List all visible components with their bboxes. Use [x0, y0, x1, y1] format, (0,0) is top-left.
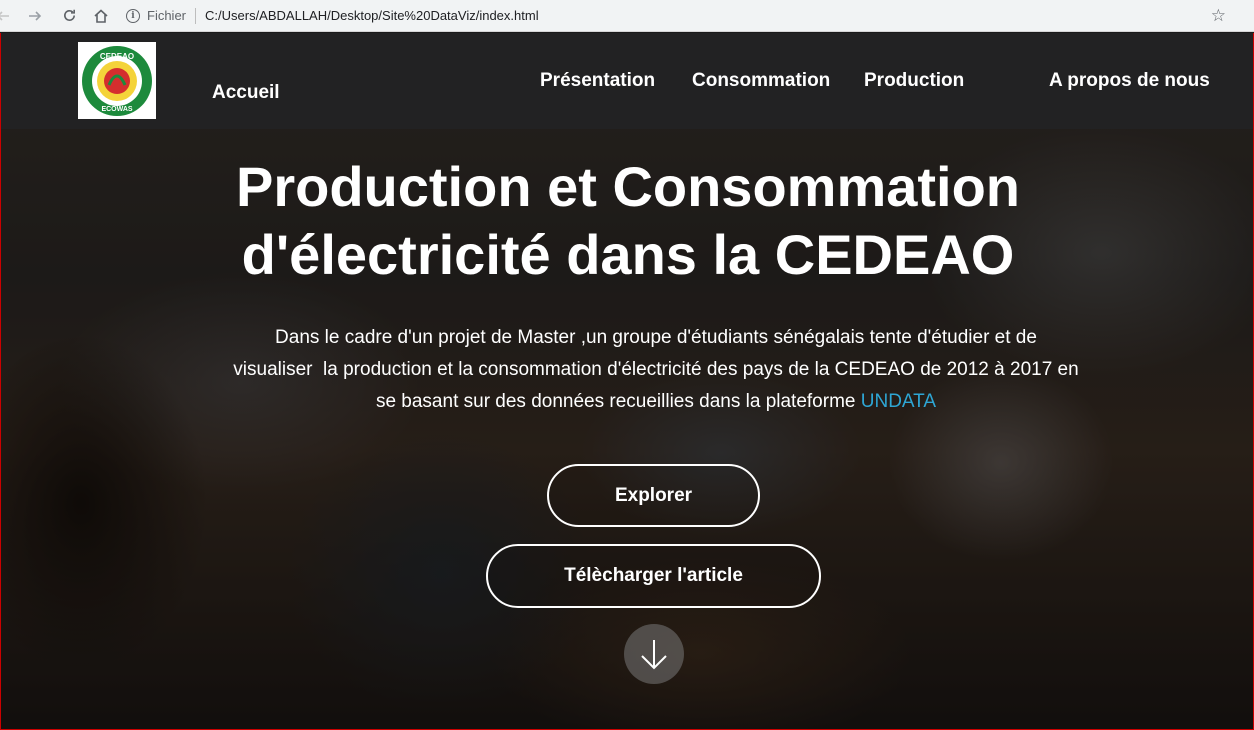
- download-article-button[interactable]: Télècharger l'article: [486, 544, 821, 608]
- hero-title-line-2: d'électricité dans la CEDEAO: [241, 223, 1015, 286]
- cedeao-emblem: CEDEAO ECOWAS: [82, 45, 152, 116]
- hero-title: Production et Consommation d'électricité…: [1, 153, 1253, 289]
- hero-description-line-2: visualiser la production et la consommat…: [233, 359, 1079, 380]
- url-separator: [195, 7, 197, 24]
- browser-toolbar: i Fichier C:/Users/ABDALLAH/Desktop/Site…: [0, 0, 1254, 32]
- scroll-down-button[interactable]: [624, 624, 684, 684]
- explore-button[interactable]: Explorer: [547, 464, 760, 527]
- nav-link-accueil[interactable]: Accueil: [212, 82, 280, 104]
- star-icon[interactable]: ☆: [1211, 6, 1226, 26]
- logo-top-text: CEDEAO: [100, 52, 134, 61]
- back-icon[interactable]: [0, 5, 14, 27]
- url-text[interactable]: C:/Users/ABDALLAH/Desktop/Site%20DataViz…: [205, 8, 539, 23]
- nav-link-presentation[interactable]: Présentation: [540, 70, 655, 92]
- address-bar[interactable]: i Fichier C:/Users/ABDALLAH/Desktop/Site…: [126, 7, 539, 24]
- arrow-down-icon: [641, 640, 667, 670]
- logo-bottom-text: ECOWAS: [101, 106, 132, 113]
- nav-link-consommation[interactable]: Consommation: [692, 70, 830, 92]
- reload-icon[interactable]: [58, 5, 80, 27]
- undata-link[interactable]: UNDATA: [861, 391, 936, 412]
- page-viewport: CEDEAO ECOWAS Accueil Présentation Conso…: [0, 33, 1254, 730]
- hero-description-line-3: se basant sur des données recueillies da…: [375, 391, 861, 412]
- nav-link-production[interactable]: Production: [864, 70, 964, 92]
- navbar: CEDEAO ECOWAS Accueil Présentation Conso…: [1, 33, 1253, 129]
- hero-title-line-1: Production et Consommation: [236, 155, 1020, 218]
- scheme-label: Fichier: [147, 8, 187, 23]
- cedeao-logo[interactable]: CEDEAO ECOWAS: [78, 42, 156, 119]
- info-icon[interactable]: i: [126, 8, 140, 23]
- home-icon[interactable]: [90, 5, 112, 27]
- hero-description: Dans le cadre d'un projet de Master ,un …: [191, 322, 1121, 418]
- hero-description-line-1: Dans le cadre d'un projet de Master ,un …: [275, 327, 1037, 348]
- nav-link-a-propos[interactable]: A propos de nous: [1049, 70, 1210, 92]
- forward-icon[interactable]: [24, 5, 46, 27]
